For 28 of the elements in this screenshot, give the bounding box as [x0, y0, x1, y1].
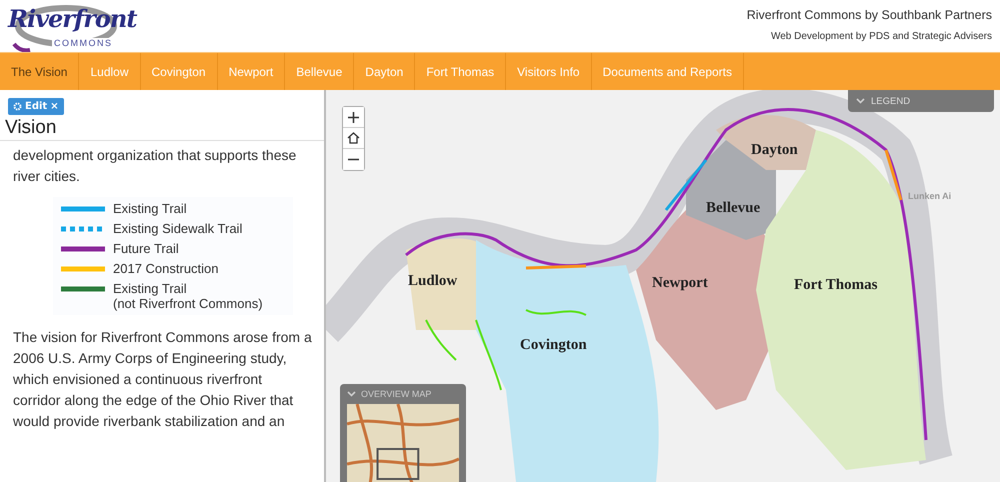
city-label: Dayton	[751, 142, 798, 159]
zoom-in-button[interactable]	[343, 107, 364, 128]
home-icon	[347, 132, 360, 144]
site-title: Riverfront Commons by Southbank Partners	[746, 8, 992, 22]
city-label: Bellevue	[706, 200, 760, 217]
gear-icon	[13, 102, 22, 111]
city-label: Newport	[652, 275, 708, 292]
plus-icon	[348, 112, 359, 122]
intro-text: development organization that supports these river cities.	[13, 146, 298, 186]
panel-title: Vision	[5, 117, 56, 139]
chevron-icon	[856, 98, 865, 104]
edit-button[interactable]: Edit ×	[8, 98, 64, 115]
city-label: Covington	[520, 337, 587, 354]
legend-label: Existing Sidewalk Trail	[113, 221, 242, 236]
city-label: Ludlow	[408, 273, 458, 290]
legend-toggle[interactable]: LEGEND	[848, 90, 994, 112]
legend-label: Future Trail	[113, 241, 179, 256]
vision-paragraph: The vision for Riverfront Commons arose from a 2006 U.S. Army Corps of Engineering study, which envisioned a continuous riverfront corridor along the edge of the Ohio River that would provide riverbank stabilization and an	[13, 328, 312, 431]
legend-label: Existing Trail	[113, 201, 187, 216]
overview-map-drawing[interactable]	[347, 404, 459, 482]
chevron-icon	[347, 391, 356, 397]
credit-text: Web Development by PDS and Strategic Advisers	[770, 31, 992, 42]
legend-label: Existing Trail	[113, 281, 188, 296]
city-label: Fort Thomas	[794, 277, 878, 294]
overview-toggle[interactable]: OVERVIEW MAP	[347, 384, 459, 404]
place-label: Lunken Ai	[908, 191, 952, 201]
legend-label: 2017 Construction	[113, 261, 219, 276]
legend-note: (not Riverfront Commons)	[113, 296, 263, 311]
